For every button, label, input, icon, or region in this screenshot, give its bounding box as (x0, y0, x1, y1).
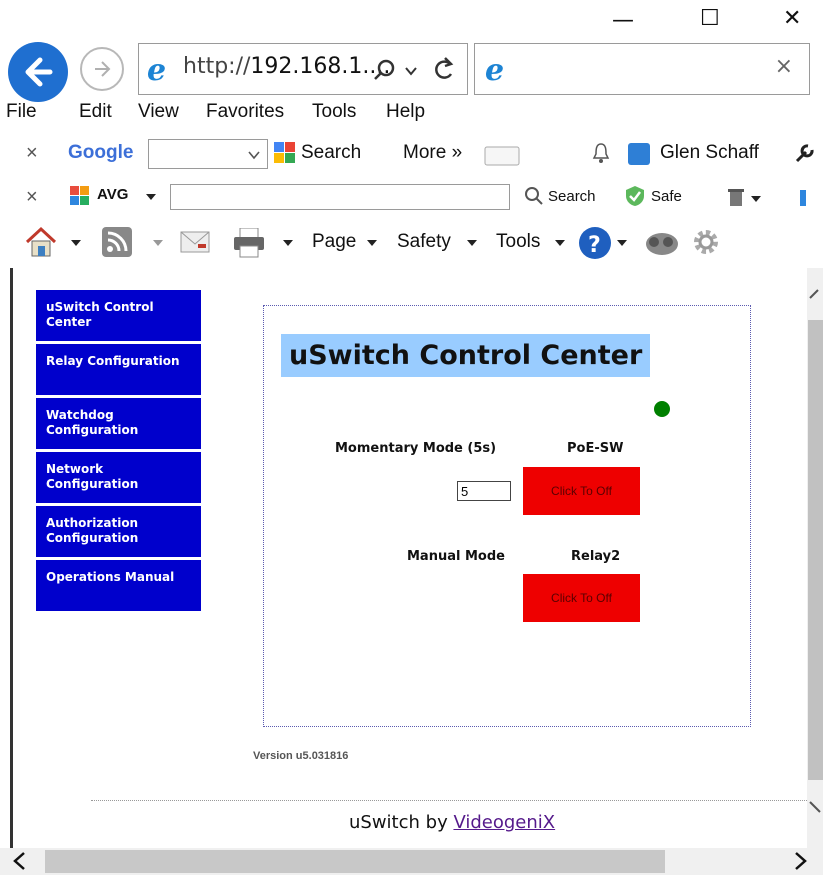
status-indicator (654, 401, 670, 417)
momentary-mode-label: Momentary Mode (5s) (335, 441, 497, 456)
nav-relay-configuration[interactable]: Relay Configuration (36, 344, 201, 395)
shield-check-icon (626, 186, 644, 206)
url-text[interactable]: http://192.168.1.... (183, 54, 390, 79)
footer: uSwitch by VideogeniX (349, 812, 555, 833)
wrench-icon[interactable] (794, 142, 816, 164)
ie-tab-icon: e (485, 54, 504, 84)
google-more-button[interactable]: More » (403, 142, 462, 164)
search-icon[interactable] (373, 58, 397, 82)
browser-tab[interactable]: e × (474, 43, 810, 95)
menu-help[interactable]: Help (386, 101, 425, 123)
relay2-name: Relay2 (571, 549, 621, 564)
nav-network-configuration[interactable]: Network Configuration (36, 452, 201, 503)
avg-brand[interactable]: AVG (97, 186, 128, 203)
footer-prefix: uSwitch by (349, 812, 454, 833)
tab-close-icon[interactable]: × (775, 54, 793, 79)
rss-feed-icon[interactable] (102, 227, 132, 257)
version-label: Version u5.031816 (253, 750, 349, 762)
avg-toolbar-close-icon[interactable]: × (26, 186, 38, 209)
menu-tools[interactable]: Tools (312, 101, 356, 123)
help-icon[interactable]: ? (578, 226, 612, 260)
bell-icon[interactable] (592, 142, 610, 164)
chevron-down-icon[interactable] (466, 238, 478, 248)
relay2-toggle-button[interactable]: Click To Off (523, 574, 640, 622)
user-avatar[interactable] (628, 143, 650, 165)
safety-menu[interactable]: Safety (397, 231, 451, 253)
chevron-down-icon[interactable] (750, 194, 762, 204)
relay1-toggle-button[interactable]: Click To Off (523, 467, 640, 515)
horizontal-scroll-thumb[interactable] (45, 850, 665, 873)
chevron-down-icon[interactable] (616, 238, 628, 248)
relay1-name: PoE-SW (567, 441, 624, 456)
menu-bar: File Edit View Favorites Tools Help (0, 96, 823, 134)
google-plus-one-icon[interactable] (484, 146, 520, 166)
menu-view[interactable]: View (138, 101, 179, 123)
menu-file[interactable]: File (6, 101, 37, 123)
scroll-down-icon[interactable] (808, 800, 823, 814)
nav-watchdog-configuration[interactable]: Watchdog Configuration (36, 398, 201, 449)
home-icon[interactable] (24, 226, 58, 258)
address-bar[interactable]: e http://192.168.1.... (138, 43, 468, 95)
refresh-icon[interactable] (433, 56, 455, 82)
chevron-down-icon[interactable] (70, 238, 82, 248)
chevron-down-icon[interactable] (145, 192, 157, 202)
chevron-down-icon[interactable] (152, 238, 164, 248)
momentary-duration-input[interactable] (457, 481, 511, 501)
nav-control-center[interactable]: uSwitch Control Center (36, 290, 201, 341)
page-menu[interactable]: Page (312, 231, 356, 253)
google-logo: Google (68, 142, 134, 163)
nav-operations-manual[interactable]: Operations Manual (36, 560, 201, 611)
scroll-left-icon[interactable] (10, 851, 30, 871)
minimize-icon[interactable]: — (612, 8, 634, 33)
footer-divider (91, 800, 807, 801)
chevron-down-icon[interactable] (366, 238, 378, 248)
page-viewport: uSwitch Control Center Relay Configurati… (10, 268, 807, 848)
chevron-down-icon[interactable] (282, 238, 294, 248)
google-toolbar-close-icon[interactable]: × (26, 142, 38, 165)
nav-authorization-configuration[interactable]: Authorization Configuration (36, 506, 201, 557)
sidebar-nav: uSwitch Control Center Relay Configurati… (36, 290, 201, 614)
avg-safe-status[interactable]: Safe (651, 188, 682, 205)
dropdown-arrow-icon[interactable] (405, 66, 417, 76)
chevron-down-icon[interactable] (554, 238, 566, 248)
svg-text:?: ? (588, 233, 601, 258)
vertical-scroll-thumb[interactable] (808, 320, 823, 780)
manual-mode-label: Manual Mode (407, 549, 505, 564)
chevron-down-icon[interactable] (248, 150, 260, 160)
research-icon[interactable] (644, 226, 680, 258)
ie-logo-icon: e (147, 54, 166, 84)
close-icon[interactable]: ✕ (783, 6, 801, 31)
videogenix-link[interactable]: VideogeniX (453, 812, 555, 833)
google-search-button[interactable]: Search (301, 142, 361, 164)
svg-text:e: e (485, 54, 504, 84)
avg-search-input[interactable] (170, 184, 510, 210)
forward-button[interactable] (80, 47, 124, 91)
maximize-icon[interactable]: ☐ (700, 6, 720, 31)
print-icon[interactable] (232, 228, 266, 258)
back-button[interactable] (8, 42, 68, 102)
avg-extra-icon[interactable] (800, 186, 820, 208)
google-search-colors-icon (274, 142, 295, 163)
gear-icon[interactable] (690, 226, 722, 258)
svg-text:e: e (147, 54, 166, 84)
menu-edit[interactable]: Edit (79, 101, 112, 123)
back-arrow-icon (25, 57, 53, 87)
search-icon (525, 187, 543, 205)
trash-icon[interactable] (727, 187, 745, 207)
scroll-right-icon[interactable] (790, 851, 810, 871)
scroll-up-icon[interactable] (808, 286, 823, 300)
avg-search-button[interactable]: Search (548, 188, 596, 205)
avg-logo-icon (70, 186, 89, 205)
forward-arrow-icon (95, 61, 111, 77)
mail-icon[interactable] (180, 230, 210, 254)
user-name[interactable]: Glen Schaff (660, 142, 759, 164)
page-title: uSwitch Control Center (281, 334, 651, 377)
tools-menu[interactable]: Tools (496, 231, 540, 253)
menu-favorites[interactable]: Favorites (206, 101, 284, 123)
